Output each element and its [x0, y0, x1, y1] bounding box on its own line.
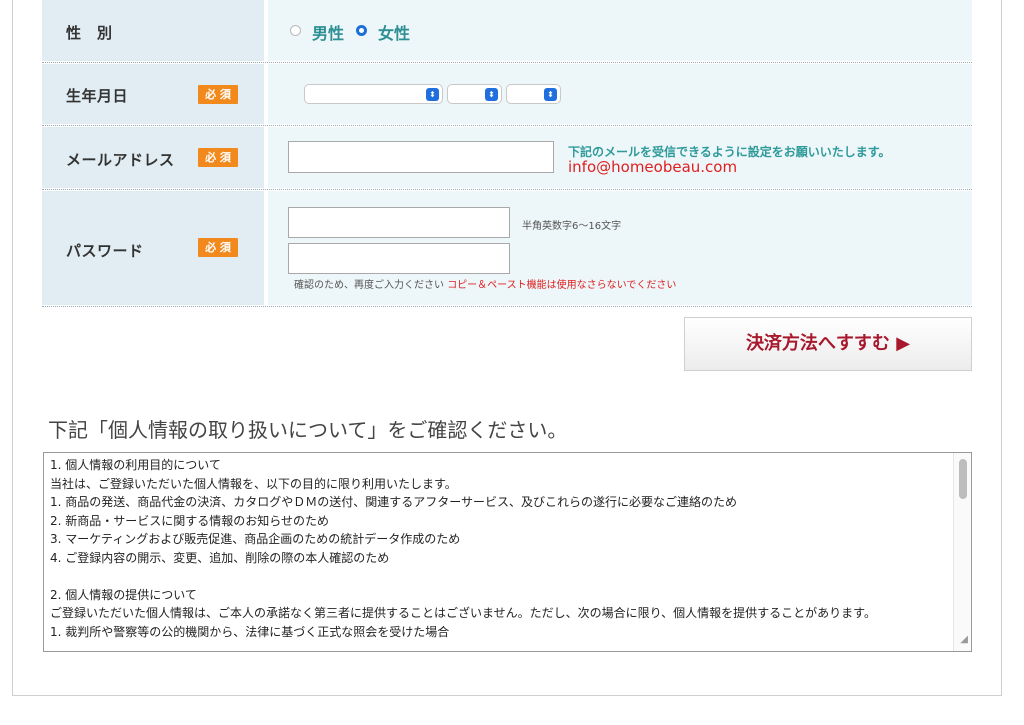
password-value-cell: 半角英数字6〜16文字 確認のため、再度ご入力ください コピー＆ペースト機能は使… — [268, 191, 972, 305]
birth-year-select[interactable]: ⬍ — [304, 84, 443, 104]
select-chevron-icon: ⬍ — [485, 88, 498, 101]
birth-month-select[interactable]: ⬍ — [447, 84, 502, 104]
password-rule-hint: 半角英数字6〜16文字 — [522, 221, 622, 232]
password-confirm-hint: 確認のため、再度ご入力ください コピー＆ペースト機能は使用なさらないでください — [294, 280, 677, 291]
row-divider — [42, 189, 972, 190]
policy-line: 1. 個人情報の利用目的について — [50, 458, 221, 472]
password-input[interactable] — [288, 207, 510, 238]
password-label-cell: パスワード 必 須 — [42, 191, 264, 305]
policy-line: 当社は、ご登録いただいた個人情報を、以下の目的に限り利用いたします。 — [50, 476, 457, 491]
gender-row: 性 別 男性 女性 — [42, 0, 972, 61]
policy-line: 1. 商品の発送、商品代金の決済、カタログやＤＭの送付、関連するアフターサービス… — [50, 495, 738, 509]
password-label: パスワード — [66, 242, 144, 260]
select-chevron-icon: ⬍ — [544, 88, 557, 101]
row-divider — [42, 306, 972, 307]
policy-line: 4. ご登録内容の開示、変更、追加、削除の際の本人確認のため — [50, 550, 390, 565]
email-value-cell: 下記のメールを受信できるように設定をお願いいたします。 info@homeobe… — [268, 127, 972, 188]
email-input[interactable] — [288, 141, 554, 173]
radio-female[interactable] — [356, 25, 367, 36]
birth-day-select[interactable]: ⬍ — [506, 84, 561, 104]
resize-grip-icon[interactable]: ◢ — [960, 631, 968, 650]
birthday-label: 生年月日 — [66, 87, 129, 105]
email-label: メールアドレス — [66, 151, 175, 169]
policy-line: 3. マーケティングおよび販売促進、商品企画のための統計データ作成のため — [50, 532, 461, 546]
birthday-label-cell: 生年月日 必 須 — [42, 64, 264, 124]
password-row: パスワード 必 須 半角英数字6〜16文字 確認のため、再度ご入力ください コピ… — [42, 191, 972, 305]
radio-female-label[interactable]: 女性 — [378, 20, 410, 44]
required-badge: 必 須 — [198, 148, 238, 167]
proceed-to-payment-button[interactable]: 決済方法へすすむ ▶ — [684, 317, 972, 371]
row-divider — [42, 62, 972, 63]
password-confirm-input[interactable] — [288, 243, 510, 274]
required-badge: 必 須 — [198, 238, 238, 257]
scrollbar-thumb[interactable] — [959, 459, 967, 499]
row-divider — [42, 125, 972, 126]
birthday-value-cell: ⬍ ⬍ ⬍ — [268, 64, 972, 124]
scrollbar[interactable] — [953, 453, 971, 651]
gender-value-cell: 男性 女性 — [268, 0, 972, 61]
gender-label-cell: 性 別 — [42, 0, 264, 61]
policy-line: 2. 新商品・サービスに関する情報のお知らせのため — [50, 513, 330, 528]
radio-male[interactable] — [290, 25, 301, 36]
copy-paste-warning: コピー＆ペースト機能は使用なさらないでください — [447, 280, 677, 291]
policy-line: 2. 個人情報の提供について — [50, 587, 197, 602]
privacy-policy-textarea[interactable]: 1. 個人情報の利用目的について 当社は、ご登録いただいた個人情報を、以下の目的… — [43, 452, 972, 652]
policy-line-blank — [50, 567, 948, 586]
select-chevron-icon: ⬍ — [426, 88, 439, 101]
email-row: メールアドレス 必 須 下記のメールを受信できるように設定をお願いいたします。 … — [42, 127, 972, 188]
privacy-heading: 下記「個人情報の取り扱いについて」をご確認ください。 — [48, 418, 568, 442]
policy-line: ご登録いただいた個人情報は、ご本人の承諾なく第三者に提供することはございません。… — [50, 606, 876, 620]
privacy-policy-content: 1. 個人情報の利用目的について 当社は、ご登録いただいた個人情報を、以下の目的… — [50, 456, 948, 641]
shop-email-address: info@homeobeau.com — [568, 158, 738, 176]
policy-line: 1. 裁判所や警察等の公的機関から、法律に基づく正式な照会を受けた場合 — [50, 624, 450, 639]
birthday-row: 生年月日 必 須 ⬍ ⬍ ⬍ — [42, 64, 972, 124]
radio-male-label[interactable]: 男性 — [312, 20, 344, 44]
gender-label: 性 別 — [66, 24, 113, 42]
required-badge: 必 須 — [198, 85, 238, 104]
email-label-cell: メールアドレス 必 須 — [42, 127, 264, 188]
